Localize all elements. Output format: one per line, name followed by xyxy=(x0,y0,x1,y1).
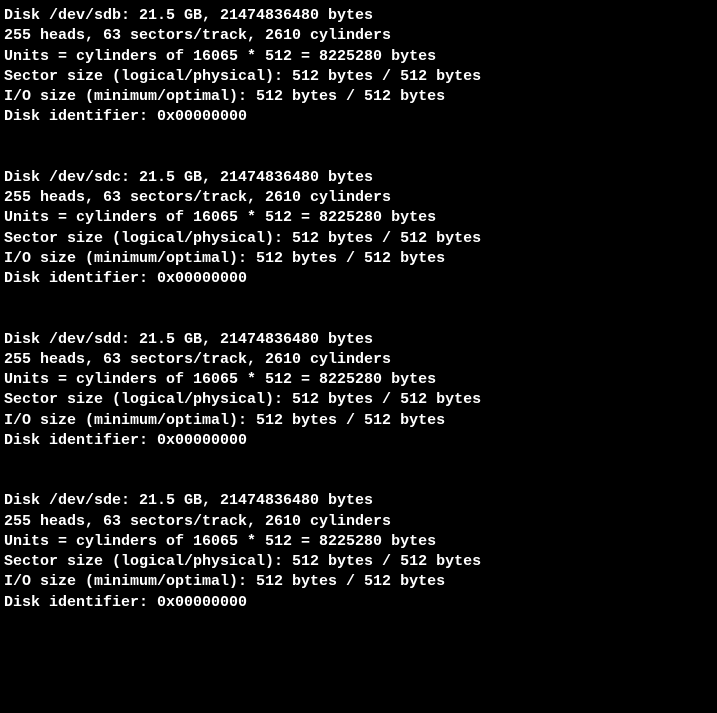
disk-io-size-line: I/O size (minimum/optimal): 512 bytes / … xyxy=(4,411,713,431)
disk-header-line: Disk /dev/sdd: 21.5 GB, 21474836480 byte… xyxy=(4,330,713,350)
disk-identifier-line: Disk identifier: 0x00000000 xyxy=(4,269,713,289)
disk-io-size-line: I/O size (minimum/optimal): 512 bytes / … xyxy=(4,249,713,269)
disk-geometry-line: 255 heads, 63 sectors/track, 2610 cylind… xyxy=(4,350,713,370)
disk-sector-size-line: Sector size (logical/physical): 512 byte… xyxy=(4,229,713,249)
disk-geometry-line: 255 heads, 63 sectors/track, 2610 cylind… xyxy=(4,188,713,208)
disk-io-size-line: I/O size (minimum/optimal): 512 bytes / … xyxy=(4,87,713,107)
disk-sector-size-line: Sector size (logical/physical): 512 byte… xyxy=(4,67,713,87)
disk-info-block: Disk /dev/sdc: 21.5 GB, 21474836480 byte… xyxy=(4,168,713,290)
disk-info-block: Disk /dev/sdb: 21.5 GB, 21474836480 byte… xyxy=(4,6,713,128)
disk-io-size-line: I/O size (minimum/optimal): 512 bytes / … xyxy=(4,572,713,592)
terminal-output: Disk /dev/sdb: 21.5 GB, 21474836480 byte… xyxy=(4,6,713,613)
disk-sector-size-line: Sector size (logical/physical): 512 byte… xyxy=(4,552,713,572)
disk-identifier-line: Disk identifier: 0x00000000 xyxy=(4,593,713,613)
disk-info-block: Disk /dev/sdd: 21.5 GB, 21474836480 byte… xyxy=(4,330,713,452)
disk-sector-size-line: Sector size (logical/physical): 512 byte… xyxy=(4,390,713,410)
disk-units-line: Units = cylinders of 16065 * 512 = 82252… xyxy=(4,370,713,390)
disk-header-line: Disk /dev/sdc: 21.5 GB, 21474836480 byte… xyxy=(4,168,713,188)
disk-identifier-line: Disk identifier: 0x00000000 xyxy=(4,431,713,451)
disk-units-line: Units = cylinders of 16065 * 512 = 82252… xyxy=(4,532,713,552)
disk-header-line: Disk /dev/sdb: 21.5 GB, 21474836480 byte… xyxy=(4,6,713,26)
blank-line xyxy=(4,148,713,168)
blank-line xyxy=(4,309,713,329)
blank-line xyxy=(4,471,713,491)
disk-units-line: Units = cylinders of 16065 * 512 = 82252… xyxy=(4,47,713,67)
disk-units-line: Units = cylinders of 16065 * 512 = 82252… xyxy=(4,208,713,228)
disk-geometry-line: 255 heads, 63 sectors/track, 2610 cylind… xyxy=(4,512,713,532)
disk-header-line: Disk /dev/sde: 21.5 GB, 21474836480 byte… xyxy=(4,491,713,511)
disk-identifier-line: Disk identifier: 0x00000000 xyxy=(4,107,713,127)
disk-geometry-line: 255 heads, 63 sectors/track, 2610 cylind… xyxy=(4,26,713,46)
disk-info-block: Disk /dev/sde: 21.5 GB, 21474836480 byte… xyxy=(4,491,713,613)
